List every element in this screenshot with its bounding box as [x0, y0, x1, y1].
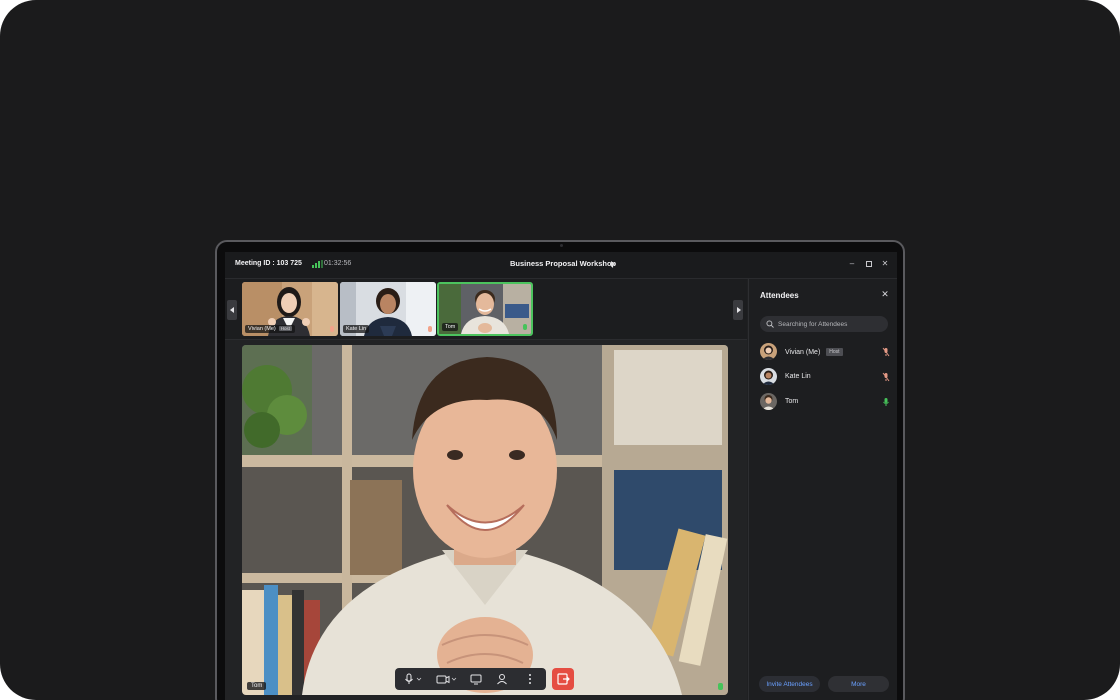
title-expand-icon[interactable]: [611, 261, 615, 267]
meeting-window: Meeting ID : 103 725 01:32:56 Business P…: [225, 252, 897, 700]
mic-muted-icon: [330, 326, 334, 332]
attendee-row-kate[interactable]: Kate Lin: [760, 368, 890, 386]
screen-share-icon: [470, 674, 482, 685]
participant-tile-vivian[interactable]: Vivian (Me) Host: [242, 282, 338, 336]
webcam-dot: [560, 244, 563, 247]
participant-name-label: Tom: [442, 323, 459, 331]
avatar: [760, 343, 777, 360]
close-panel-icon[interactable]: ✕: [880, 289, 890, 299]
screen-share-button[interactable]: [468, 672, 484, 686]
search-icon: [766, 320, 774, 328]
mic-on-icon: [718, 683, 723, 690]
attendee-search: [760, 316, 888, 332]
video-area: Vivian (Me) Host Kate Lin Tom Tom: [225, 279, 747, 700]
attendee-name: Vivian (Me) Host: [785, 348, 843, 356]
camera-icon: [436, 675, 457, 684]
speaker-video-tom: [242, 345, 728, 695]
participant-strip: Vivian (Me) Host Kate Lin Tom: [225, 279, 747, 340]
meeting-timer: 01:32:56: [324, 260, 352, 267]
microphone-icon: [405, 673, 422, 684]
attendee-name: Tom: [785, 398, 799, 405]
attendee-name: Kate Lin: [785, 373, 811, 380]
speaker-name-label: Tom: [247, 682, 267, 690]
participant-name-label: Kate Lin: [343, 325, 370, 333]
participant-tile-tom[interactable]: Tom: [437, 282, 533, 336]
close-icon[interactable]: ✕: [879, 258, 891, 270]
camera-button[interactable]: [435, 672, 459, 686]
attendee-search-input[interactable]: [778, 318, 882, 330]
strip-prev-button[interactable]: [227, 300, 237, 320]
participants-button[interactable]: [494, 672, 510, 686]
title-bar: Meeting ID : 103 725 01:32:56 Business P…: [225, 252, 897, 279]
meeting-title[interactable]: Business Proposal Workshop: [510, 259, 616, 268]
laptop-frame: Meeting ID : 103 725 01:32:56 Business P…: [215, 240, 905, 700]
active-speaker-video: Tom: [242, 345, 728, 695]
mic-muted-icon: [428, 326, 432, 332]
strip-next-button[interactable]: [733, 300, 743, 320]
more-options-icon: [529, 674, 531, 684]
minimize-icon[interactable]: –: [846, 258, 858, 270]
mic-on-icon: [523, 324, 527, 330]
leave-meeting-button[interactable]: [552, 668, 574, 690]
chevron-right-icon: [737, 307, 741, 313]
panel-title: Attendees: [760, 291, 799, 300]
participants-icon: [497, 674, 507, 685]
mic-muted-icon: [882, 347, 890, 357]
host-badge: Host: [278, 326, 292, 331]
maximize-icon[interactable]: [863, 258, 875, 270]
leave-icon: [557, 673, 570, 685]
avatar: [760, 368, 777, 385]
avatar: [760, 393, 777, 410]
meeting-toolbar: [395, 668, 546, 690]
meeting-id: Meeting ID : 103 725: [235, 260, 302, 267]
chevron-left-icon: [230, 307, 234, 313]
signal-strength-icon: [312, 260, 323, 268]
participant-tile-kate[interactable]: Kate Lin: [340, 282, 436, 336]
host-badge: Host: [826, 348, 843, 356]
attendees-panel: Attendees ✕ Vivian (Me)Host: [748, 279, 897, 700]
mic-muted-icon: [882, 372, 890, 382]
microphone-button[interactable]: [403, 672, 425, 686]
participant-name-label: Vivian (Me) Host: [245, 325, 295, 333]
attendee-row-tom[interactable]: Tom: [760, 393, 890, 411]
mic-on-icon: [883, 398, 889, 406]
attendee-row-vivian[interactable]: Vivian (Me) Host: [760, 343, 890, 361]
more-options-button[interactable]: [522, 672, 538, 686]
desktop-background: Meeting ID : 103 725 01:32:56 Business P…: [0, 0, 1120, 700]
more-button[interactable]: More: [828, 676, 889, 692]
invite-attendees-button[interactable]: Invite Attendees: [759, 676, 820, 692]
